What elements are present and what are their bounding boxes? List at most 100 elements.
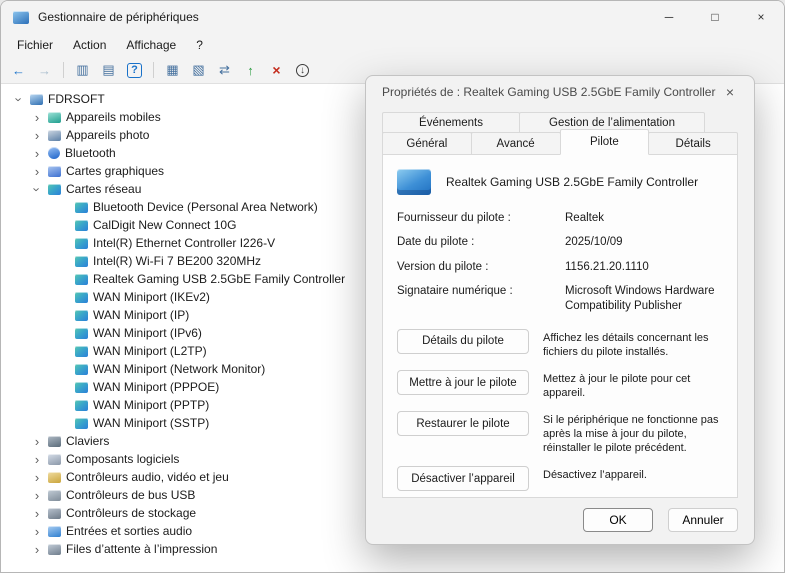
network-adapter-icon (75, 220, 88, 231)
update-driver-button[interactable]: Mettre à jour le pilote (397, 370, 529, 395)
chevron-down-icon[interactable] (31, 183, 43, 196)
toolbar-separator (63, 62, 64, 78)
action-description: Affichez les détails concernant les fich… (543, 329, 727, 359)
network-adapter-icon (75, 364, 88, 375)
tab-avance[interactable]: Avancé (471, 132, 561, 155)
print-queue-icon (48, 544, 61, 555)
properties-dialog: Propriétés de : Realtek Gaming USB 2.5Gb… (365, 75, 755, 545)
network-adapter-icon (75, 400, 88, 411)
chevron-right-icon[interactable] (31, 129, 43, 142)
tree-item-label: WAN Miniport (IP) (93, 308, 189, 322)
close-button[interactable]: × (738, 1, 784, 33)
help-icon[interactable]: ? (125, 61, 144, 80)
toolbar-glyph: ▦ (166, 62, 178, 78)
chevron-right-icon[interactable] (31, 507, 43, 520)
storage-controller-icon (48, 508, 61, 519)
menu-affichage[interactable]: Affichage (116, 38, 186, 52)
toolbar-separator (153, 62, 154, 78)
tab-pilote[interactable]: Pilote (560, 129, 650, 155)
camera-icon (48, 130, 61, 141)
network-adapter-icon (75, 310, 88, 321)
tab-general[interactable]: Général (382, 132, 472, 155)
dialog-footer: OK Annuler (366, 498, 754, 544)
tree-item-label: Cartes réseau (66, 182, 141, 196)
tree-item-label: Contrôleurs de bus USB (66, 488, 195, 502)
driver-action-row: Restaurer le pilote Si le périphérique n… (397, 411, 727, 455)
dialog-close-button[interactable]: × (716, 80, 744, 104)
menu-item-label: ? (196, 38, 203, 52)
toolbar-glyph: → (38, 63, 51, 78)
tab-label: Gestion de l’alimentation (549, 117, 675, 129)
tree-item-label: Claviers (66, 434, 109, 448)
toolbar-glyph: ← (12, 63, 25, 78)
disable-device-icon[interactable]: ↓ (293, 61, 312, 80)
network-adapter-icon (75, 238, 88, 249)
export-list-icon[interactable]: ▧ (189, 61, 208, 80)
chevron-right-icon[interactable] (31, 471, 43, 484)
window-title: Gestionnaire de périphériques (38, 10, 199, 24)
dialog-title: Propriétés de : Realtek Gaming USB 2.5Gb… (382, 85, 715, 99)
field-value: Realtek (565, 211, 727, 225)
driver-field-row: Version du pilote : 1156.21.20.1110 (397, 260, 727, 274)
devices-view-icon[interactable]: ▦ (163, 61, 182, 80)
back-icon[interactable]: ← (9, 61, 28, 80)
chevron-right-icon[interactable] (31, 435, 43, 448)
scan-hardware-changes-icon[interactable]: ⇄ (215, 61, 234, 80)
tab-row-bottom: Général AvancéPiloteDétails (382, 132, 738, 155)
field-value: Microsoft Windows Hardware Compatibility… (565, 284, 727, 313)
dialog-titlebar: Propriétés de : Realtek Gaming USB 2.5Gb… (366, 76, 754, 108)
field-value: 2025/10/09 (565, 235, 727, 249)
chevron-right-icon[interactable] (31, 543, 43, 556)
disable-device-button[interactable]: Désactiver l’appareil (397, 466, 529, 491)
uninstall-device-icon[interactable]: × (267, 61, 286, 80)
network-adapter-icon (75, 274, 88, 285)
tree-item-label: Contrôleurs de stockage (66, 506, 196, 520)
tree-item-label: WAN Miniport (Network Monitor) (93, 362, 265, 376)
action-description: Mettez à jour le pilote pour cet apparei… (543, 370, 727, 400)
roll-back-driver-button[interactable]: Restaurer le pilote (397, 411, 529, 436)
minimize-button[interactable]: ─ (646, 1, 692, 33)
chevron-down-icon[interactable] (13, 93, 25, 106)
chevron-right-icon[interactable] (31, 165, 43, 178)
software-component-icon (48, 454, 61, 465)
menu-item-label: Affichage (126, 38, 176, 52)
cancel-button[interactable]: Annuler (668, 508, 738, 532)
menu-fichier[interactable]: Fichier (7, 38, 63, 52)
toolbar-glyph: ▥ (76, 62, 88, 78)
tree-item-label: WAN Miniport (PPTP) (93, 398, 209, 412)
ok-button[interactable]: OK (583, 508, 653, 532)
toolbar-glyph: ? (127, 63, 142, 78)
properties-icon[interactable]: ▤ (99, 61, 118, 80)
chevron-right-icon[interactable] (31, 453, 43, 466)
tree-item-label: Realtek Gaming USB 2.5GbE Family Control… (93, 272, 345, 286)
device-header: Realtek Gaming USB 2.5GbE Family Control… (397, 169, 727, 195)
chevron-right-icon[interactable] (31, 525, 43, 538)
menubar: FichierAction Affichage? (1, 33, 784, 57)
chevron-right-icon[interactable] (31, 489, 43, 502)
menu-action[interactable]: Action (63, 38, 116, 52)
update-driver-icon[interactable]: ↑ (241, 61, 260, 80)
tab-label: Général (406, 138, 447, 150)
menu-help[interactable]: ? (186, 38, 213, 52)
driver-field-row: Signataire numérique : Microsoft Windows… (397, 284, 727, 313)
chevron-right-icon[interactable] (31, 147, 43, 160)
device-manager-icon (13, 11, 29, 24)
show-console-tree-icon[interactable]: ▥ (73, 61, 92, 80)
tree-item-label: Files d’attente à l’impression (66, 542, 217, 556)
action-description: Désactivez l’appareil. (543, 466, 727, 482)
window-controls: ─ □ × (646, 1, 784, 33)
toolbar-glyph: ▧ (192, 62, 204, 78)
tab-label: Événements (419, 117, 483, 129)
field-label: Date du pilote : (397, 235, 557, 249)
driver-fields: Fournisseur du pilote : Realtek Date du … (397, 211, 727, 313)
forward-icon[interactable]: → (35, 61, 54, 80)
driver-details-button[interactable]: Détails du pilote (397, 329, 529, 354)
tab-details[interactable]: Détails (648, 132, 738, 155)
toolbar-glyph: ↑ (247, 63, 254, 78)
network-adapter-icon (75, 328, 88, 339)
tab-evenements[interactable]: Événements (382, 112, 520, 133)
network-adapter-icon (75, 202, 88, 213)
maximize-button[interactable]: □ (692, 1, 738, 33)
network-adapter-icon (75, 418, 88, 429)
chevron-right-icon[interactable] (31, 111, 43, 124)
